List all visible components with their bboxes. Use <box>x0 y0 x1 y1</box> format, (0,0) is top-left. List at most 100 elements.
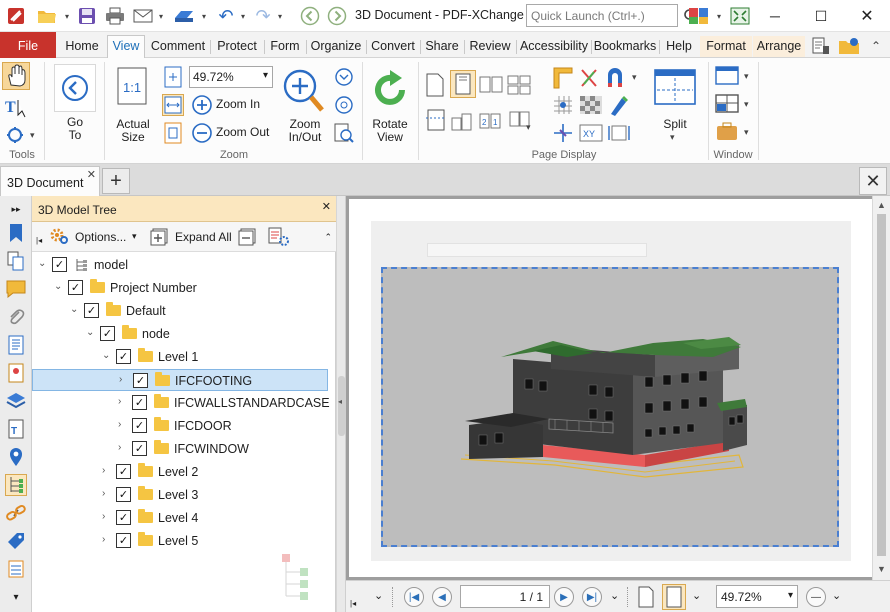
ui-options-dropdown-icon[interactable]: ▾ <box>714 4 724 28</box>
tile-windows-icon[interactable]: ▾ <box>714 92 754 116</box>
thumbnails-pane-icon[interactable] <box>5 250 27 272</box>
first-page-button[interactable]: |◀ <box>404 587 424 607</box>
links-pane-icon[interactable] <box>5 502 27 524</box>
close-window-button[interactable]: ✕ <box>844 0 890 32</box>
ui-options-icon[interactable] <box>684 4 714 28</box>
tree-row[interactable]: › ✓ Level 3 <box>32 484 328 506</box>
collapse-all-icon[interactable] <box>237 227 257 247</box>
tab-organize[interactable]: Organize <box>308 36 364 57</box>
zoom-out-icon[interactable] <box>191 122 213 144</box>
tree-row[interactable]: › ✓ IFCDOOR <box>32 415 328 437</box>
bookmarks-pane-icon[interactable] <box>5 222 27 244</box>
undo-dropdown-icon[interactable]: ▾ <box>238 4 248 28</box>
destinations-pane-icon[interactable] <box>5 362 27 384</box>
maximize-button[interactable]: ☐ <box>798 0 844 32</box>
email-icon[interactable] <box>131 4 155 28</box>
splitter-handle[interactable] <box>338 376 345 436</box>
tools-pane-icon[interactable] <box>808 34 834 58</box>
tree-row[interactable]: › ✓ IFCWALLSTANDARDCASE <box>32 392 330 414</box>
two-pages-continuous-icon[interactable] <box>506 74 532 96</box>
tree-row[interactable]: ⌄ ✓ Default <box>32 300 328 322</box>
app-logo-icon[interactable] <box>4 4 28 28</box>
options-gear-icon[interactable] <box>48 225 70 247</box>
tab-help[interactable]: Help <box>661 36 697 57</box>
chevron-down-icon[interactable]: ⌄ <box>86 328 96 338</box>
tab-arrange[interactable]: Arrange <box>753 36 805 57</box>
collapse-ribbon-icon[interactable]: ⌃ <box>866 34 886 58</box>
go-to-icon[interactable] <box>54 64 96 112</box>
tree-row[interactable]: › ✓ Level 4 <box>32 507 328 529</box>
content-pane-icon[interactable] <box>5 334 27 356</box>
chevron-right-icon[interactable]: › <box>102 466 112 476</box>
tree-row[interactable]: ⌄ ✓ Project Number <box>32 277 328 299</box>
single-page-view-icon[interactable] <box>636 586 658 610</box>
panel-splitter[interactable]: ◂ <box>336 196 346 612</box>
undo-icon[interactable]: ↶ <box>215 4 237 28</box>
minimize-button[interactable]: ─ <box>752 0 798 32</box>
expand-all-button[interactable]: Expand All <box>175 230 232 244</box>
tab-share[interactable]: Share <box>422 36 462 57</box>
tab-bookmarks[interactable]: Bookmarks <box>593 36 657 57</box>
close-document-button[interactable]: ✕ <box>859 167 887 195</box>
comments-pane-icon[interactable] <box>5 278 27 300</box>
continuous-view-icon[interactable] <box>662 584 686 610</box>
chevron-right-icon[interactable]: › <box>102 512 112 522</box>
measure-icon[interactable] <box>578 66 600 90</box>
tab-protect[interactable]: Protect <box>212 36 262 57</box>
structure-pane-icon[interactable] <box>5 558 27 580</box>
chevron-right-icon[interactable]: › <box>102 489 112 499</box>
split-button[interactable]: Split <box>652 118 698 131</box>
open-dropdown-icon[interactable]: ▾ <box>62 4 72 28</box>
rulers-icon[interactable] <box>552 66 574 90</box>
visibility-checkbox[interactable]: ✓ <box>100 326 115 341</box>
fullscreen-icon[interactable] <box>728 4 752 28</box>
chevron-right-icon[interactable]: › <box>102 535 112 545</box>
attachments-pane-icon[interactable] <box>5 306 27 328</box>
expand-all-icon[interactable] <box>149 227 169 247</box>
tab-file[interactable]: File <box>0 32 56 60</box>
tree-row[interactable]: ⌄ ✓ node <box>32 323 328 345</box>
chevron-right-icon[interactable]: › <box>118 420 128 430</box>
visibility-checkbox[interactable]: ✓ <box>84 303 99 318</box>
two-pages-icon[interactable] <box>478 74 504 96</box>
new-window-icon[interactable]: ▾ <box>714 64 754 88</box>
tree-row[interactable]: ⌄ ✓ model <box>32 254 328 276</box>
chevron-down-icon[interactable]: ⌄ <box>102 351 112 361</box>
visibility-checkbox[interactable]: ✓ <box>132 441 147 456</box>
split-dropdown-icon[interactable]: ▾ <box>670 132 680 142</box>
options-button[interactable]: Options... <box>75 230 126 244</box>
transparency-grid-icon[interactable] <box>578 94 604 116</box>
3d-annotation-frame[interactable] <box>381 267 839 547</box>
visibility-checkbox[interactable]: ✓ <box>132 395 147 410</box>
nav-options-icon[interactable]: ⌄ <box>610 589 619 602</box>
tree-row[interactable]: › ✓ Level 2 <box>32 461 328 483</box>
tab-accessibility[interactable]: Accessibility <box>518 36 590 57</box>
page-number-input[interactable]: 1 / 1 <box>460 585 550 608</box>
tree-row[interactable]: › ✓ Level 5 <box>32 530 328 552</box>
open-folder-icon[interactable] <box>34 4 60 28</box>
zoom-in-icon[interactable] <box>191 94 213 116</box>
tab-convert[interactable]: Convert <box>368 36 418 57</box>
visibility-checkbox[interactable]: ✓ <box>116 510 131 525</box>
status-zoom-out-button[interactable]: — <box>806 587 826 607</box>
toolbar-overflow-icon[interactable]: ⌃ <box>324 232 332 243</box>
tree-row[interactable]: › ✓ IFCFOOTING <box>32 369 328 391</box>
redo-icon[interactable]: ↷ <box>252 4 274 28</box>
split-view-icon[interactable] <box>652 68 698 106</box>
magnifier-icon[interactable] <box>333 66 357 88</box>
layers-pane-icon[interactable] <box>5 390 27 412</box>
tree-settings-icon[interactable] <box>267 226 291 248</box>
snap-dropdown-icon[interactable]: ▾ <box>632 72 642 84</box>
next-page-button[interactable]: ▶ <box>554 587 574 607</box>
snap-magnet-icon[interactable] <box>604 66 626 90</box>
zoom-in-out-icon[interactable] <box>282 66 328 116</box>
chevron-right-icon[interactable]: › <box>118 397 128 407</box>
close-tab-icon[interactable]: ✕ <box>87 168 96 181</box>
forward-icon[interactable] <box>325 4 349 28</box>
email-dropdown-icon[interactable]: ▾ <box>156 4 166 28</box>
last-page-button[interactable]: ▶| <box>582 587 602 607</box>
visibility-checkbox[interactable]: ✓ <box>116 533 131 548</box>
fit-visible-icon[interactable] <box>162 122 184 144</box>
model-tree-pane-icon[interactable] <box>5 474 27 496</box>
fit-width-icon[interactable] <box>162 94 184 116</box>
